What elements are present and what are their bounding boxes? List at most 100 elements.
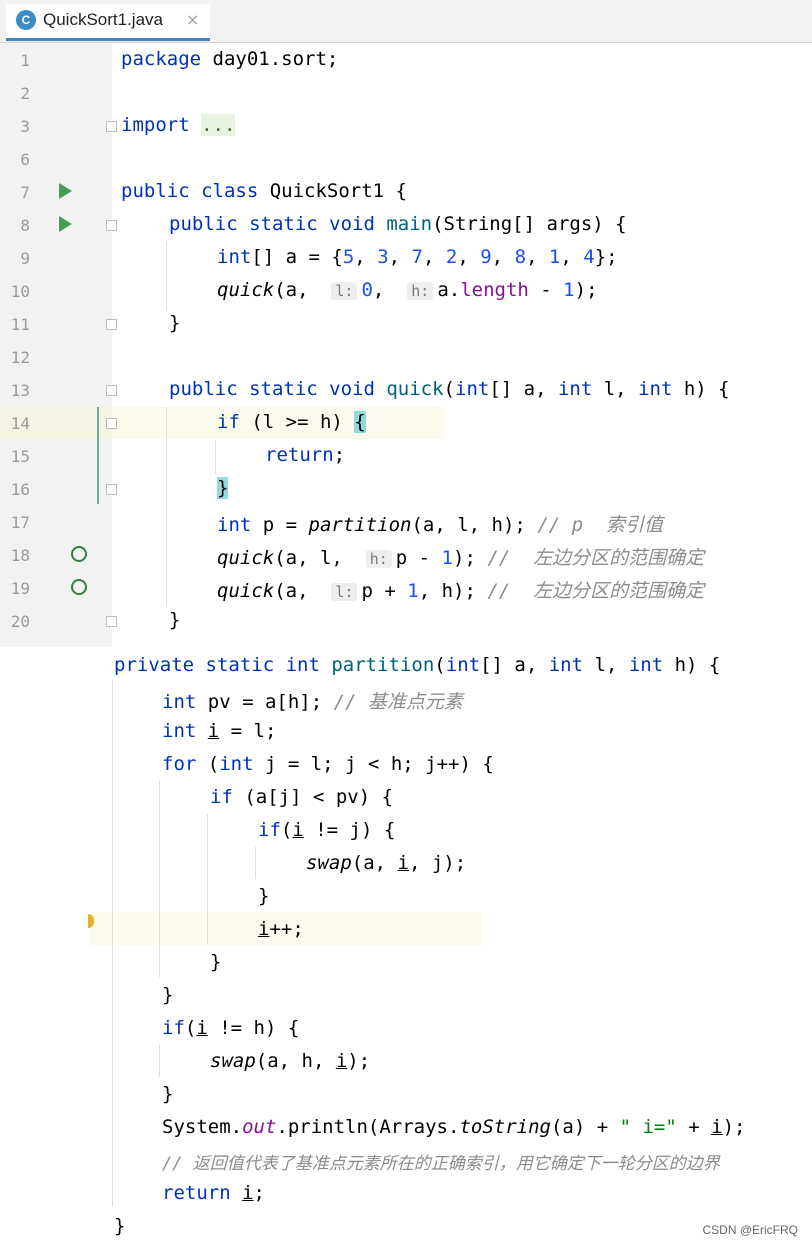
number: 1 [548,246,561,268]
code-line-3[interactable]: import ... [121,114,236,136]
recursive-call-icon [71,546,87,562]
code-text: h) { [672,378,730,400]
code-text: (a, h, [255,1050,336,1072]
number: 5 [342,246,355,268]
code-line-14[interactable]: if (l >= h) { [217,411,366,433]
line-number: 8 [20,216,30,235]
line-number: 16 [10,480,30,499]
code-text: != h) { [207,1017,300,1039]
code-line-brace[interactable]: } [258,885,269,907]
code-line-11[interactable]: } [169,312,180,334]
line-number: 10 [10,282,30,301]
code-line-18[interactable]: quick(a, l, h: p - 1); // 左边分区的范围确定 [217,543,704,570]
code-line-20[interactable]: } [169,609,180,631]
code-line-10[interactable]: quick(a, l: 0, h: a.length - 1); [217,279,598,301]
code-line-15[interactable]: return; [265,444,345,466]
brace: } [258,885,270,907]
code-line-if-pv[interactable]: if (a[j] < pv) { [210,786,393,808]
code-line-9[interactable]: int[] a = {5, 3, 7, 2, 9, 8, 1, 4}; [217,246,618,268]
code-line-brace[interactable]: } [162,984,173,1006]
code-line-7[interactable]: public class QuickSort1 { [121,180,407,202]
variable: i [258,918,270,940]
fold-icon[interactable] [106,121,117,132]
line-number: 14 [10,414,30,433]
code-text: ; [333,444,346,466]
code-line-if-i-ne-h[interactable]: if(i != h) { [162,1017,299,1039]
code-text: ++; [269,918,304,940]
method-name: quick [374,378,444,400]
number: 1 [441,547,453,569]
fold-icon[interactable] [106,220,117,231]
code-text: j = l; j < h; j++) { [253,753,494,775]
code-line-brace[interactable]: } [210,951,221,973]
method-call: quick [217,580,275,602]
indent-guide [215,440,216,474]
code-line-19[interactable]: quick(a, l: p + 1, h); // 左边分区的范围确定 [217,576,704,603]
comment: // 基准点元素 [333,691,463,713]
code-line-if-i-ne-j[interactable]: if(i != j) { [258,819,395,841]
code-line-i-inc[interactable]: i++; [258,918,304,940]
line-number: 13 [10,381,30,400]
param-hint-l: l: [331,282,358,300]
number: 2 [445,246,458,268]
code-line-for[interactable]: for (int j = l; j < h; j++) { [162,753,494,775]
indent-guide [112,680,113,1206]
param-hint-h: h: [365,550,392,568]
fold-icon[interactable] [106,319,117,330]
indent-guide [255,847,256,879]
code-line-swap1[interactable]: swap(a, i, j); [306,852,466,874]
code-line-1[interactable]: package day01.sort; [121,48,338,70]
brace: } [162,984,174,1006]
tab-title: QuickSort1.java [43,10,163,29]
code-text: [] a, [480,654,549,676]
keyword: int [217,246,252,268]
run-icon[interactable] [59,216,72,232]
close-icon[interactable]: × [186,10,199,29]
code-line-i-decl[interactable]: int i = l; [162,720,276,742]
number: 4 [583,246,595,268]
code-text: , h); [418,580,488,602]
code-line-println[interactable]: System.out.println(Arrays.toString(a) + … [162,1116,745,1138]
tab-quicksort1-java[interactable]: C QuickSort1.java × [6,4,210,41]
matched-brace: { [354,411,366,433]
variable: i [711,1116,723,1138]
code-text: ); [453,547,488,569]
code-line-comment[interactable]: // 返回值代表了基准点元素所在的正确索引，用它确定下一轮分区的边界 [162,1149,720,1174]
code-line-17[interactable]: int p = partition(a, l, h); // p 索引值 [217,510,663,537]
line-number: 7 [20,183,30,202]
code-text: , [372,279,408,301]
variable: i [242,1182,254,1204]
method-call: swap [306,852,352,874]
fold-icon[interactable] [106,484,117,495]
fold-icon[interactable] [106,385,117,396]
fold-icon[interactable] [106,418,117,429]
variable: i [335,1050,348,1072]
code-text: ( [280,819,293,841]
brace: } [162,1083,174,1105]
code-line-brace[interactable]: } [162,1083,173,1105]
code-line-pv[interactable]: int pv = a[h]; // 基准点元素 [162,687,463,714]
variable: i [292,819,304,841]
code-line-swap2[interactable]: swap(a, h, i); [210,1050,370,1072]
code-line-16[interactable]: } [217,477,229,499]
comment: // 返回值代表了基准点元素所在的正确索引，用它确定下一轮分区的边界 [162,1154,720,1174]
watermark: CSDN @EricFRQ [702,1223,798,1237]
keyword: int [217,514,252,536]
fold-icon[interactable] [106,616,117,627]
folded-imports[interactable]: ... [201,114,236,136]
code-text: (a) + [550,1116,620,1138]
code-line-brace[interactable]: } [114,1215,125,1237]
code-text: ; [253,1182,265,1204]
line-number: 19 [10,579,30,598]
line-number: 9 [20,249,30,268]
code-line-8[interactable]: public static void main(String[] args) { [169,213,627,235]
keyword: import [121,114,190,136]
code-line-return[interactable]: return i; [162,1182,265,1204]
keyword: int [445,654,481,676]
code-line-13[interactable]: public static void quick(int[] a, int l,… [169,378,730,400]
keyword: return [265,444,334,466]
code-line-partition-sig[interactable]: private static int partition(int[] a, in… [114,654,720,676]
code-text: = l; [219,720,277,742]
run-icon[interactable] [59,183,72,199]
